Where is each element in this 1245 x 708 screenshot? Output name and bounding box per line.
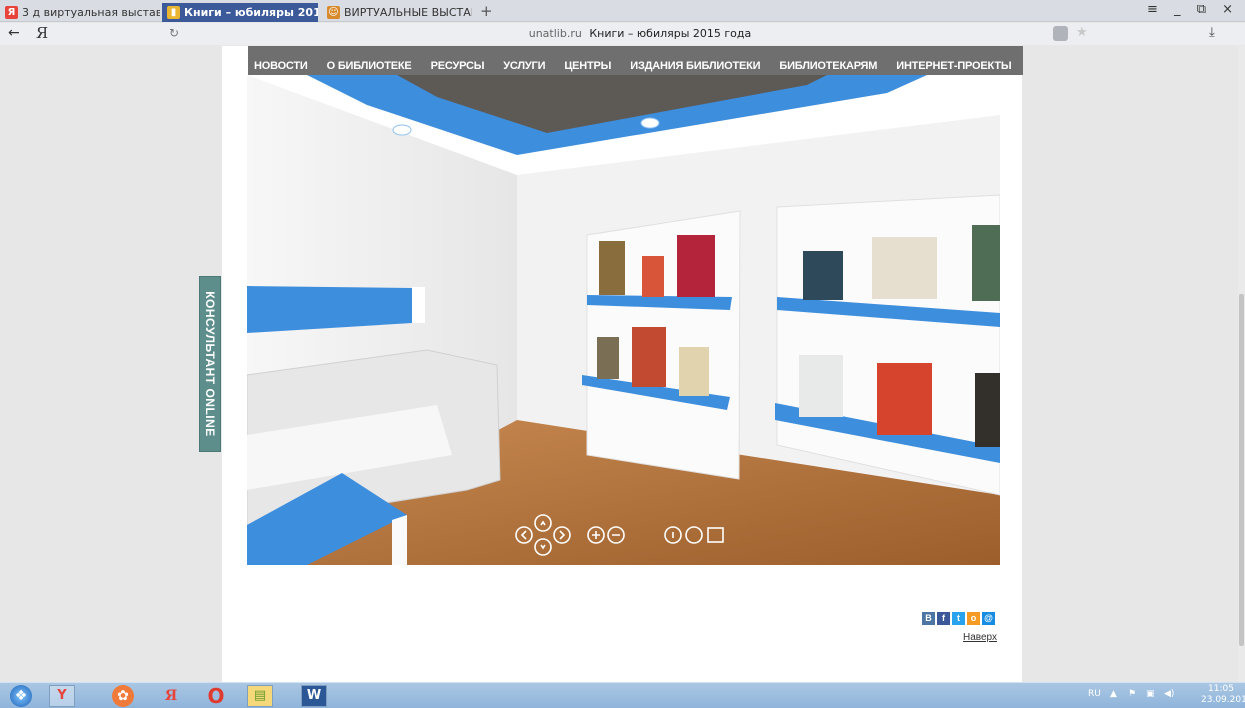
people-icon: ☺ [327,6,340,19]
tab-3-label: ВИРТУАЛЬНЫЕ ВЫСТАВКИ [344,6,472,19]
volume-icon[interactable]: ◀) [1164,689,1174,699]
url-field[interactable]: unatlib.ru Книги – юбиляры 2015 года [300,27,980,40]
tab-2[interactable]: ▮ Книги – юбиляры 2015 г × [162,3,318,22]
yandex-browser-icon[interactable]: Y [49,685,75,707]
nav-services[interactable]: УСЛУГИ [503,60,545,72]
back-to-top-link[interactable]: Наверх [963,632,997,643]
tab-1-label: 3 д виртуальная выставка с [22,6,160,19]
yandex-search-icon: Я [5,6,18,19]
window-controls[interactable]: ≡ _ ⧉ × [1147,2,1239,17]
address-bar: ← Я ↻ unatlib.ru Книги – юбиляры 2015 го… [0,23,1245,45]
clock-date: 23.09.2016 [1201,695,1245,705]
new-tab-button[interactable]: + [480,2,493,20]
nav-for-librarians[interactable]: БИБЛИОТЕКАРЯМ [779,60,877,72]
file-manager-icon[interactable]: ▤ [247,685,273,707]
panorama-image [247,75,1000,565]
consultant-online-tab[interactable]: КОНСУЛЬТАНТ ONLINE [199,276,221,452]
nav-news[interactable]: НОВОСТИ [254,60,308,72]
nav-publications[interactable]: ИЗДАНИЯ БИБЛИОТЕКИ [630,60,760,72]
bookmark-star-icon[interactable]: ★ [1076,25,1088,40]
reload-icon[interactable]: ↻ [169,26,179,40]
tab-2-label: Книги – юбиляры 2015 г [184,6,318,19]
page-icon: ▮ [167,6,180,19]
yandex-icon[interactable]: Я [160,685,182,707]
network-icon[interactable]: ▣ [1146,689,1155,699]
protect-icon[interactable] [1053,26,1068,41]
site-main-nav: НОВОСТИ О БИБЛИОТЕКЕ РЕСУРСЫ УСЛУГИ ЦЕНТ… [248,46,1023,75]
social-share-buttons: В f t o @ [922,612,995,625]
opera-icon[interactable]: O [205,685,227,707]
mailru-icon[interactable]: @ [982,612,995,625]
clock-time: 11:05 [1208,684,1234,694]
consultant-online-label: КОНСУЛЬТАНТ ONLINE [203,291,217,437]
nav-resources[interactable]: РЕСУРСЫ [431,60,485,72]
back-arrow-icon[interactable]: ← [8,25,20,41]
yandex-logo[interactable]: Я [36,24,48,42]
windows-taskbar: ❖ Y ✿ Я O ▤ W RU ▲ ⚑ ▣ ◀) 11:05 23.09.20… [0,682,1245,708]
web-page: НОВОСТИ О БИБЛИОТЕКЕ РЕСУРСЫ УСЛУГИ ЦЕНТ… [222,46,1023,682]
vk-icon[interactable]: В [922,612,935,625]
flag-icon[interactable]: ⚑ [1128,689,1136,699]
nav-internet-projects[interactable]: ИНТЕРНЕТ-ПРОЕКТЫ [896,60,1011,72]
tab-1[interactable]: Я 3 д виртуальная выставка с [0,3,160,22]
tray-expand-icon[interactable]: ▲ [1110,689,1117,699]
page-scrollbar[interactable] [1238,46,1245,682]
download-icon[interactable]: ⤓ [1209,25,1215,40]
odnoklassniki-icon[interactable]: o [967,612,980,625]
windows-start-icon[interactable]: ❖ [10,685,32,707]
twitter-icon[interactable]: t [952,612,965,625]
system-clock[interactable]: 11:05 23.09.2016 [1201,684,1245,706]
facebook-icon[interactable]: f [937,612,950,625]
language-indicator[interactable]: RU [1088,689,1101,699]
scrollbar-thumb[interactable] [1239,294,1244,646]
url-host: unatlib.ru [528,27,582,40]
nav-centers[interactable]: ЦЕНТРЫ [564,60,611,72]
media-player-icon[interactable]: ✿ [112,685,134,707]
tab-3[interactable]: ☺ ВИРТУАЛЬНЫЕ ВЫСТАВКИ [322,3,472,22]
nav-about-library[interactable]: О БИБЛИОТЕКЕ [327,60,412,72]
browser-tab-bar: Я 3 д виртуальная выставка с ▮ Книги – ю… [0,0,1245,22]
virtual-exhibition-panorama[interactable] [247,75,1000,565]
word-icon[interactable]: W [301,685,327,707]
url-title: Книги – юбиляры 2015 года [589,27,752,40]
